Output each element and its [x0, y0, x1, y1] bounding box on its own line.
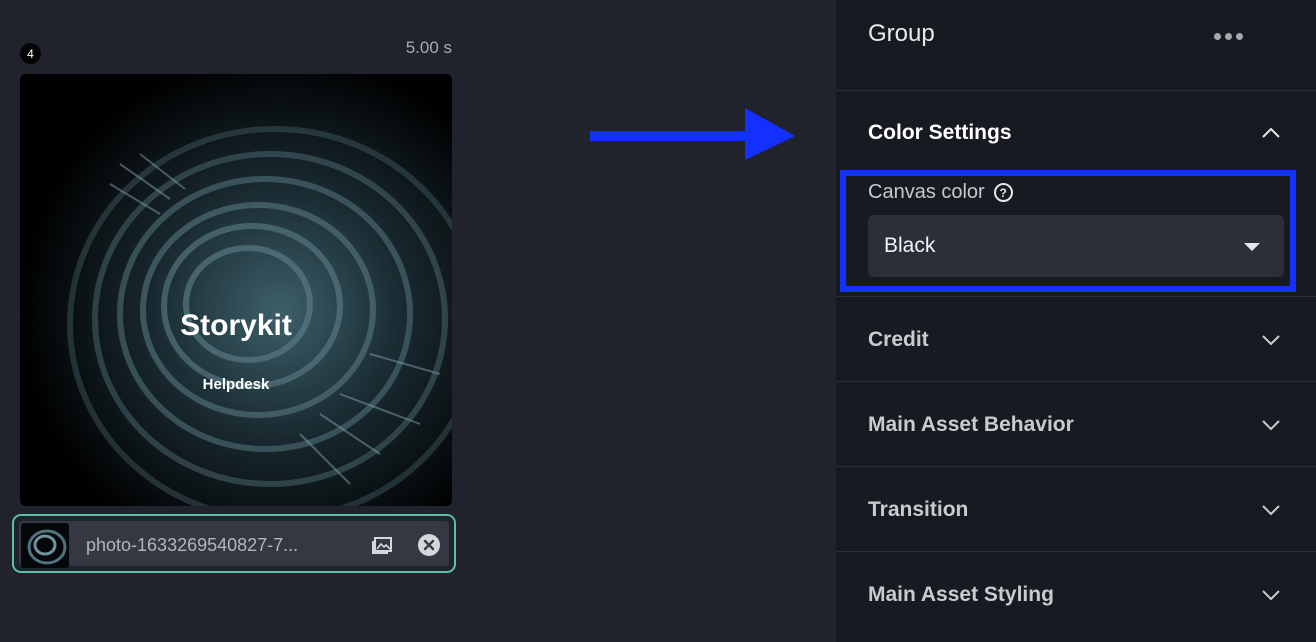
- more-dot: [1225, 33, 1232, 40]
- more-dot: [1214, 33, 1221, 40]
- divider: [836, 381, 1316, 382]
- divider: [836, 466, 1316, 467]
- preview-title: Storykit: [180, 309, 292, 342]
- section-main-asset-styling[interactable]: Main Asset Styling: [836, 565, 1316, 625]
- section-credit[interactable]: Credit: [836, 310, 1316, 370]
- close-icon[interactable]: [417, 533, 441, 557]
- divider: [836, 296, 1316, 297]
- divider: [836, 90, 1316, 91]
- settings-panel: Group Color Settings Canvas color ? Blac…: [836, 0, 1316, 642]
- section-label: Credit: [868, 328, 929, 351]
- section-color-settings[interactable]: Color Settings: [836, 103, 1316, 163]
- section-main-asset-behavior[interactable]: Main Asset Behavior: [836, 395, 1316, 455]
- arrow-right-icon: [590, 108, 800, 169]
- panel-title: Group: [868, 20, 935, 47]
- divider: [836, 551, 1316, 552]
- section-label: Main Asset Behavior: [868, 413, 1074, 436]
- thumbnail-spiral: [27, 529, 67, 565]
- spiral-artwork: [20, 74, 452, 506]
- scene-preview[interactable]: Storykit Helpdesk: [20, 74, 452, 506]
- chevron-down-icon: [1262, 420, 1280, 431]
- more-dot: [1236, 33, 1243, 40]
- chevron-down-icon: [1262, 505, 1280, 516]
- annotation-highlight-box: [840, 170, 1296, 292]
- chevron-down-icon: [1262, 590, 1280, 601]
- more-icon[interactable]: [1214, 30, 1244, 44]
- chevron-up-icon: [1262, 127, 1280, 138]
- asset-row[interactable]: photo-1633269540827-7...: [12, 514, 456, 573]
- asset-thumbnail[interactable]: [21, 523, 69, 568]
- image-icon[interactable]: [370, 533, 394, 557]
- section-label: Main Asset Styling: [868, 583, 1054, 606]
- chevron-down-icon: [1262, 335, 1280, 346]
- scene-index-badge: 4: [20, 43, 41, 64]
- section-transition[interactable]: Transition: [836, 480, 1316, 540]
- asset-filename: photo-1633269540827-7...: [86, 535, 299, 555]
- scene-duration: 5.00 s: [405, 38, 452, 57]
- preview-subtitle: Helpdesk: [202, 376, 270, 393]
- section-label: Transition: [868, 498, 969, 521]
- asset-row-inner: photo-1633269540827-7...: [19, 521, 449, 568]
- section-label: Color Settings: [868, 121, 1012, 144]
